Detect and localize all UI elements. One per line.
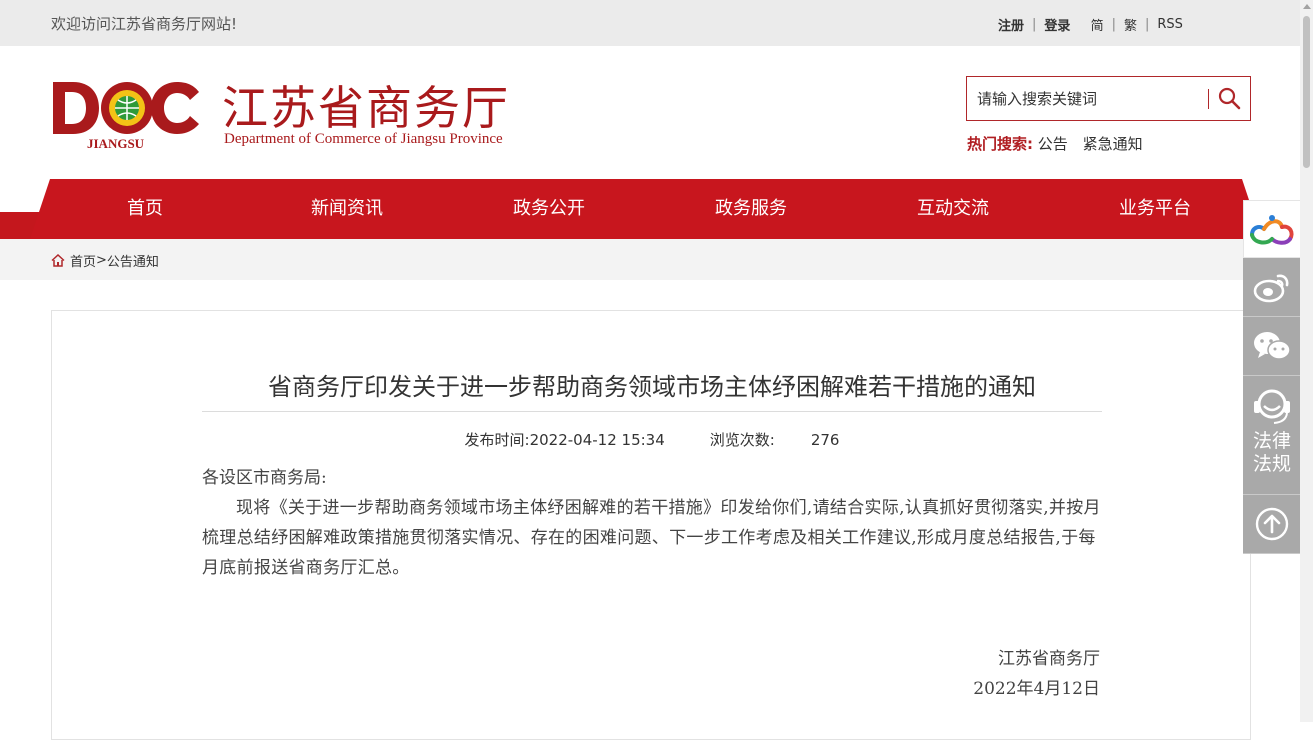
breadcrumb-bar: 首页 > 公告通知 (0, 239, 1300, 280)
nav-item-interaction[interactable]: 互动交流 (852, 179, 1054, 239)
scroll-up-arrow[interactable] (1303, 4, 1311, 9)
site-name-en: Department of Commerce of Jiangsu Provin… (224, 131, 503, 147)
publish-time: 2022-04-12 15:34 (529, 431, 665, 449)
nav-item-home[interactable]: 首页 (44, 179, 246, 239)
site-name: 江苏省商务厅 (222, 81, 510, 135)
login-link[interactable]: 登录 (1044, 15, 1070, 34)
app-logo-icon (1250, 215, 1294, 245)
nav-item-news[interactable]: 新闻资讯 (246, 179, 448, 239)
publish-time-label: 发布时间: (464, 431, 530, 449)
weibo-button[interactable] (1243, 258, 1301, 317)
nav-item-business-platform[interactable]: 业务平台 (1054, 179, 1256, 239)
arrow-up-circle-icon (1255, 507, 1289, 541)
article-signature: 江苏省商务厅 2022年4月12日 (973, 644, 1100, 704)
divider: | (1144, 17, 1150, 32)
view-count-label: 浏览次数: (709, 431, 775, 449)
search-box (966, 76, 1251, 121)
hot-search: 热门搜索: 公告 紧急通知 (967, 133, 1153, 154)
nav-item-government-services[interactable]: 政务服务 (650, 179, 852, 239)
floating-toolbar: 法律 法规 (1243, 200, 1301, 554)
wechat-icon (1254, 332, 1291, 360)
welcome-text: 欢迎访问江苏省商务厅网站! (51, 15, 238, 33)
page-scrollbar[interactable] (1300, 0, 1313, 722)
divider: | (1111, 17, 1116, 32)
site-logo[interactable]: JIANGSU (51, 78, 201, 151)
breadcrumb-home-link[interactable]: 首页 (70, 251, 96, 270)
signature-date: 2022年4月12日 (973, 679, 1100, 699)
hot-keyword[interactable]: 公告 (1038, 135, 1068, 153)
laws-label-line-2: 法规 (1252, 453, 1291, 475)
article-paragraph: 现将《关于进一步帮助商务领域市场主体纾困解难的若干措施》印发给你们,请结合实际,… (202, 498, 1101, 578)
doc-logo-icon: JIANGSU (53, 82, 199, 151)
breadcrumb-separator: > (96, 253, 107, 268)
search-input[interactable] (977, 87, 1197, 111)
wechat-button[interactable] (1243, 317, 1301, 376)
article-meta: 发布时间:2022-04-12 15:34 浏览次数: 276 (202, 429, 1102, 450)
divider: | (1032, 17, 1037, 32)
top-links: 注册 | 登录 简 | 繁 | RSS (998, 15, 1183, 34)
rss-link[interactable]: RSS (1157, 17, 1183, 32)
view-count: 276 (810, 431, 840, 449)
scrollbar-thumb[interactable] (1303, 16, 1310, 168)
laws-regulations-button[interactable]: 法律 法规 (1243, 376, 1301, 495)
top-bar: 欢迎访问江苏省商务厅网站! 注册 | 登录 简 | 繁 | RSS (0, 0, 1300, 46)
hot-search-label: 热门搜索: (967, 135, 1033, 153)
logo-sub-text: JIANGSU (87, 136, 145, 150)
title-divider (202, 411, 1102, 412)
breadcrumb-current[interactable]: 公告通知 (107, 251, 159, 270)
register-link[interactable]: 注册 (998, 15, 1024, 34)
article-panel: 省商务厅印发关于进一步帮助商务领域市场主体纾困解难若干措施的通知 发布时间:20… (51, 310, 1251, 740)
simplified-chinese-link[interactable]: 简 (1091, 15, 1104, 34)
divider (1078, 17, 1082, 32)
article-body: 各设区市商务局: 现将《关于进一步帮助商务领域市场主体纾困解难的若干措施》印发给… (202, 463, 1102, 583)
search-button[interactable] (1217, 86, 1243, 112)
search-icon (1218, 87, 1241, 110)
signer: 江苏省商务厅 (998, 649, 1100, 669)
article-title: 省商务厅印发关于进一步帮助商务领域市场主体纾困解难若干措施的通知 (268, 373, 1036, 401)
search-divider (1208, 89, 1209, 109)
home-icon (51, 254, 65, 267)
salutation: 各设区市商务局: (202, 468, 327, 488)
weibo-icon (1253, 274, 1289, 303)
breadcrumb: 首页 > 公告通知 (51, 251, 159, 270)
app-button[interactable] (1243, 200, 1301, 258)
back-to-top-button[interactable] (1243, 495, 1301, 554)
customer-service-icon (1254, 389, 1290, 424)
nav-item-government-affairs[interactable]: 政务公开 (448, 179, 650, 239)
laws-label: 法律 法规 (1253, 430, 1291, 476)
hot-keyword[interactable]: 紧急通知 (1083, 135, 1143, 153)
main-nav: 首页 新闻资讯 政务公开 政务服务 互动交流 业务平台 (30, 179, 1262, 239)
traditional-chinese-link[interactable]: 繁 (1124, 15, 1137, 34)
laws-label-line-1: 法律 (1252, 430, 1291, 452)
